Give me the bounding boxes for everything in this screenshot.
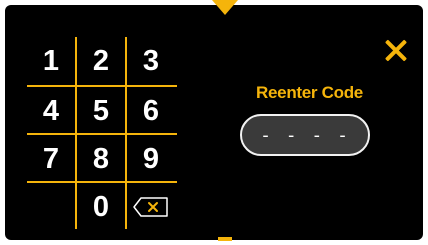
numeric-keypad: 1 2 3 4 5 6 7 8 9 0 xyxy=(27,37,177,229)
caret-down-icon xyxy=(212,0,238,15)
key-3[interactable]: 3 xyxy=(127,37,175,85)
code-input[interactable]: - - - - xyxy=(240,114,370,156)
key-2[interactable]: 2 xyxy=(77,37,125,85)
reenter-code-label: Reenter Code xyxy=(256,83,363,102)
key-6[interactable]: 6 xyxy=(127,87,175,135)
key-8[interactable]: 8 xyxy=(77,135,125,183)
key-0[interactable]: 0 xyxy=(77,183,125,231)
close-button[interactable] xyxy=(383,38,409,64)
key-1[interactable]: 1 xyxy=(27,37,75,85)
code-entry-dialog: 1 2 3 4 5 6 7 8 9 0 Reenter Code - - - - xyxy=(5,5,423,240)
backspace-button[interactable] xyxy=(127,183,175,231)
key-4[interactable]: 4 xyxy=(27,87,75,135)
key-7[interactable]: 7 xyxy=(27,135,75,183)
backspace-icon xyxy=(133,197,168,217)
bottom-tab-indicator xyxy=(218,237,232,241)
key-5[interactable]: 5 xyxy=(77,87,125,135)
key-9[interactable]: 9 xyxy=(127,135,175,183)
